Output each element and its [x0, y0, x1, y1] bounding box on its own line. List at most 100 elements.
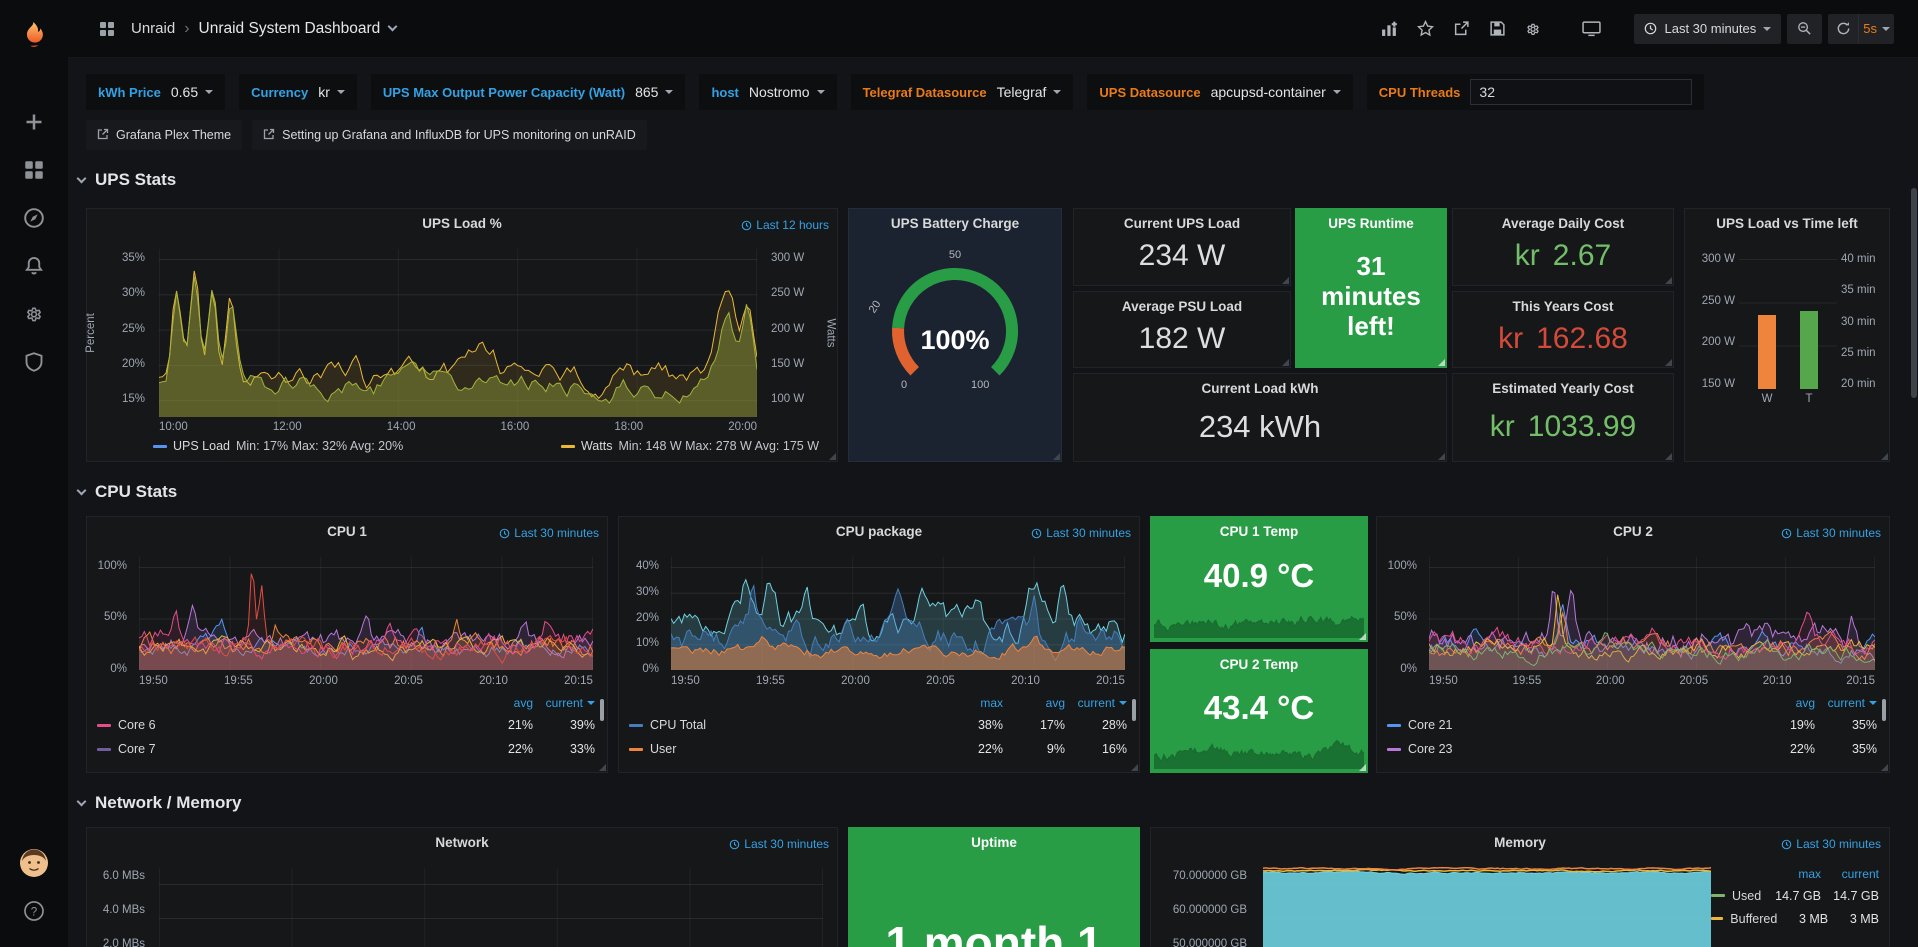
variable-dropdown[interactable]: Currency kr: [239, 74, 357, 110]
alerting-bell-icon[interactable]: [13, 246, 55, 286]
legend-sort-header[interactable]: current: [533, 696, 595, 710]
panel-title[interactable]: Network: [87, 835, 837, 850]
apps-grid-icon[interactable]: [92, 14, 122, 44]
page-scrollbar[interactable]: [1910, 58, 1918, 947]
legend-sort-header[interactable]: max: [941, 696, 1003, 710]
time-range-picker[interactable]: Last 30 minutes: [1634, 14, 1781, 44]
time-override-badge: Last 30 minutes: [1781, 837, 1881, 851]
legend-row: Core 6 21% 39%: [97, 713, 595, 737]
legend-scrollbar[interactable]: [1882, 699, 1886, 721]
axis-tick: 10%: [636, 637, 659, 649]
legend-sort-header[interactable]: max: [1763, 867, 1821, 881]
axis-tick: 60.000000 GB: [1173, 904, 1247, 916]
cycle-view-tv-icon[interactable]: [1576, 14, 1606, 44]
stat-value: 1 month 1: [849, 908, 1139, 947]
variable-dropdown[interactable]: host Nostromo: [699, 74, 836, 110]
panel-title[interactable]: Estimated Yearly Cost: [1453, 381, 1673, 396]
chevron-down-icon[interactable]: [388, 22, 398, 32]
axis-tick: 0%: [1400, 663, 1417, 675]
dashboard-settings-gear-icon[interactable]: [1518, 14, 1548, 44]
section-network-memory[interactable]: Network / Memory: [78, 793, 241, 813]
scrollbar-thumb[interactable]: [1911, 188, 1917, 398]
section-title: Network / Memory: [95, 793, 241, 813]
axis-tick: 6.0 MBs: [103, 870, 145, 882]
legend-sort-header[interactable]: avg: [1003, 696, 1065, 710]
y-axis-left: 6.0 MBs4.0 MBs2.0 MBs: [93, 828, 151, 947]
axis-tick: 2.0 MBs: [103, 938, 145, 947]
panel-title[interactable]: UPS Load vs Time left: [1685, 216, 1889, 231]
legend-item[interactable]: Watts Min: 148 W Max: 278 W Avg: 175 W: [561, 439, 819, 453]
axis-tick: 20%: [636, 612, 659, 624]
chart-plot[interactable]: [671, 557, 1125, 670]
variable-label: Telegraf Datasource: [863, 85, 987, 100]
section-cpu-stats[interactable]: CPU Stats: [78, 482, 177, 502]
panel-title[interactable]: This Years Cost: [1453, 299, 1673, 314]
x-axis: 19:5019:5520:0020:0520:1020:15: [671, 675, 1125, 687]
panel-title[interactable]: CPU 2 Temp: [1151, 657, 1367, 672]
panel-title[interactable]: Average Daily Cost: [1453, 216, 1673, 231]
refresh-interval-picker[interactable]: 5s: [1858, 14, 1894, 44]
variable-dropdown[interactable]: UPS Max Output Power Capacity (Watt) 865: [371, 74, 686, 110]
chart-plot[interactable]: [1263, 866, 1711, 947]
legend-item[interactable]: UPS Load Min: 17% Max: 32% Avg: 20%: [153, 439, 403, 453]
legend-scrollbar[interactable]: [1132, 699, 1136, 721]
create-plus-icon[interactable]: [13, 102, 55, 142]
section-ups-stats[interactable]: UPS Stats: [78, 170, 176, 190]
panel-title[interactable]: Memory: [1151, 835, 1889, 850]
refresh-combo: 5s: [1828, 14, 1894, 44]
dashboard-link[interactable]: Setting up Grafana and InfluxDB for UPS …: [252, 120, 647, 150]
star-icon[interactable]: [1410, 14, 1440, 44]
chart-plot[interactable]: [159, 868, 823, 947]
panel-title[interactable]: Average PSU Load: [1074, 299, 1290, 314]
user-avatar[interactable]: [13, 843, 55, 883]
server-admin-shield-icon[interactable]: [13, 342, 55, 382]
axis-tick: 40%: [636, 560, 659, 572]
grafana-dashboard: ? Unraid › Unraid System Dashboard: [0, 0, 1918, 947]
axis-tick: 12:00: [273, 421, 302, 433]
chart-plot[interactable]: [159, 249, 757, 417]
help-icon[interactable]: ?: [13, 891, 55, 931]
panel-title[interactable]: Current Load kWh: [1074, 381, 1446, 396]
cpu-threads-input[interactable]: [1470, 79, 1692, 105]
caret-down-icon: [1763, 27, 1771, 35]
axis-tick: 20:05: [394, 675, 423, 687]
variable-label: UPS Datasource: [1099, 85, 1200, 100]
bar[interactable]: [1758, 315, 1776, 389]
stat-value: kr162.68: [1453, 316, 1673, 361]
save-icon[interactable]: [1482, 14, 1512, 44]
add-panel-icon[interactable]: [1374, 14, 1404, 44]
variable-dropdown[interactable]: kWh Price 0.65: [86, 74, 225, 110]
dashboard-link[interactable]: Grafana Plex Theme: [86, 120, 242, 150]
panel-title[interactable]: UPS Runtime: [1296, 216, 1446, 231]
refresh-icon[interactable]: [1828, 14, 1858, 44]
zoom-out-icon[interactable]: [1787, 14, 1822, 44]
explore-compass-icon[interactable]: [13, 198, 55, 238]
legend-sort-header[interactable]: current: [1065, 696, 1127, 710]
share-icon[interactable]: [1446, 14, 1476, 44]
chart-plot[interactable]: [1429, 557, 1875, 670]
panel-title[interactable]: UPS Battery Charge: [849, 216, 1061, 231]
dashboards-icon[interactable]: [13, 150, 55, 190]
configuration-gear-icon[interactable]: [13, 294, 55, 334]
panel-title[interactable]: Current UPS Load: [1074, 216, 1290, 231]
dashboard-title[interactable]: Unraid System Dashboard: [199, 20, 381, 38]
variable-dropdown[interactable]: UPS Datasource apcupsd-container: [1087, 74, 1352, 110]
chart-plot[interactable]: [139, 557, 593, 670]
clock-icon: [1781, 839, 1792, 850]
legend-sort-header[interactable]: current: [1821, 867, 1879, 881]
legend-scrollbar[interactable]: [600, 699, 604, 721]
bar[interactable]: [1800, 311, 1818, 389]
panel-title[interactable]: UPS Load %: [87, 216, 837, 231]
y-axis-right: 300 W250 W200 W150 W100 W: [763, 209, 813, 461]
time-override-badge: Last 30 minutes: [1781, 526, 1881, 540]
legend-sort-header[interactable]: avg: [471, 696, 533, 710]
panel-title[interactable]: CPU 1 Temp: [1151, 524, 1367, 539]
variable-value: apcupsd-container: [1211, 84, 1341, 100]
legend-sort-header[interactable]: current: [1815, 696, 1877, 710]
caret-down-icon: [1333, 90, 1341, 98]
breadcrumb-app[interactable]: Unraid: [131, 20, 175, 37]
panel-title[interactable]: Uptime: [849, 835, 1139, 850]
variable-dropdown[interactable]: Telegraf Datasource Telegraf: [851, 74, 1074, 110]
legend-sort-header[interactable]: avg: [1753, 696, 1815, 710]
grafana-logo-icon[interactable]: [13, 16, 55, 56]
